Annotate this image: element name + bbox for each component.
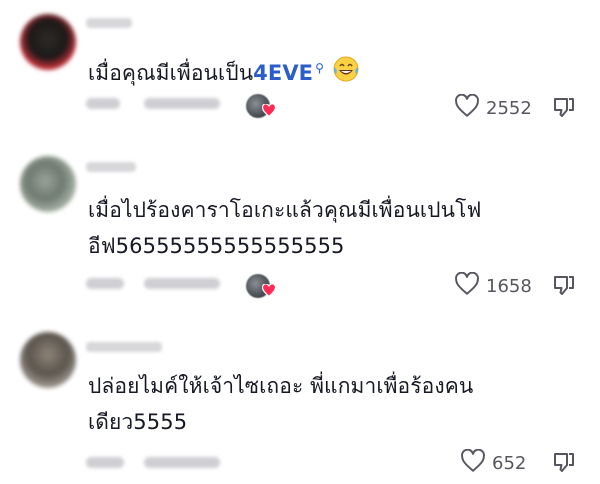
avatar[interactable] [20, 332, 76, 388]
dislike-icon[interactable] [552, 95, 576, 123]
dislike-icon[interactable] [552, 450, 576, 478]
comment-text-part: เมื่อคุณมีเพื่อนเป็น [88, 61, 254, 85]
laughing-tears-icon [332, 55, 360, 94]
timestamp-blurred [86, 278, 124, 289]
like-count: 2552 [486, 97, 532, 119]
like-button[interactable]: 1658 [454, 271, 532, 300]
like-count: 1658 [486, 275, 532, 297]
creator-liked-badge [246, 94, 277, 118]
comment-text: เมื่อไปร้องคาราโอเกะแล้วคุณมีเพื่อนเปนโฟ… [88, 192, 560, 264]
like-button[interactable]: 652 [460, 448, 527, 477]
heart-filled-icon [261, 282, 277, 301]
avatar[interactable] [20, 156, 76, 212]
dislike-icon[interactable] [552, 273, 576, 301]
comment-text: เมื่อคุณมีเพื่อนเป็น4EVE ⚲ [88, 50, 560, 94]
creator-liked-badge [246, 274, 277, 298]
username-blurred[interactable] [86, 18, 132, 28]
comment-text-line: เมื่อไปร้องคาราโอเกะแล้วคุณมีเพื่อนเปนโฟ [88, 198, 482, 222]
comment-item-1: เมื่อคุณมีเพื่อนเป็น4EVE ⚲ 2552 [0, 0, 600, 150]
comment-item-3: ปล่อยไมค์ให้เจ้าไซเถอะ พี่แกมาเพื่อร้องค… [0, 320, 600, 484]
reply-blurred[interactable] [144, 278, 220, 289]
comment-text-line: เดียว5555 [88, 410, 188, 434]
heart-outline-icon[interactable] [454, 93, 480, 122]
reply-blurred[interactable] [144, 457, 220, 468]
heart-filled-icon [261, 102, 277, 121]
timestamp-blurred [86, 457, 124, 468]
like-button[interactable]: 2552 [454, 93, 532, 122]
comment-text-line: ปล่อยไมค์ให้เจ้าไซเถอะ พี่แกมาเพื่อร้องค… [88, 374, 474, 398]
username-blurred[interactable] [86, 342, 162, 352]
comment-item-2: เมื่อไปร้องคาราโอเกะแล้วคุณมีเพื่อนเปนโฟ… [0, 150, 600, 320]
username-blurred[interactable] [86, 162, 136, 172]
comment-text-line: อีฟ56555555555555555 [88, 234, 345, 258]
timestamp-blurred [86, 98, 120, 109]
like-count: 652 [492, 452, 527, 474]
comment-text: ปล่อยไมค์ให้เจ้าไซเถอะ พี่แกมาเพื่อร้องค… [88, 368, 560, 440]
search-icon[interactable]: ⚲ [315, 61, 324, 75]
mention-link[interactable]: 4EVE [253, 61, 313, 85]
reply-blurred[interactable] [144, 98, 220, 109]
heart-outline-icon[interactable] [454, 271, 480, 300]
avatar[interactable] [20, 14, 76, 70]
heart-outline-icon[interactable] [460, 448, 486, 477]
